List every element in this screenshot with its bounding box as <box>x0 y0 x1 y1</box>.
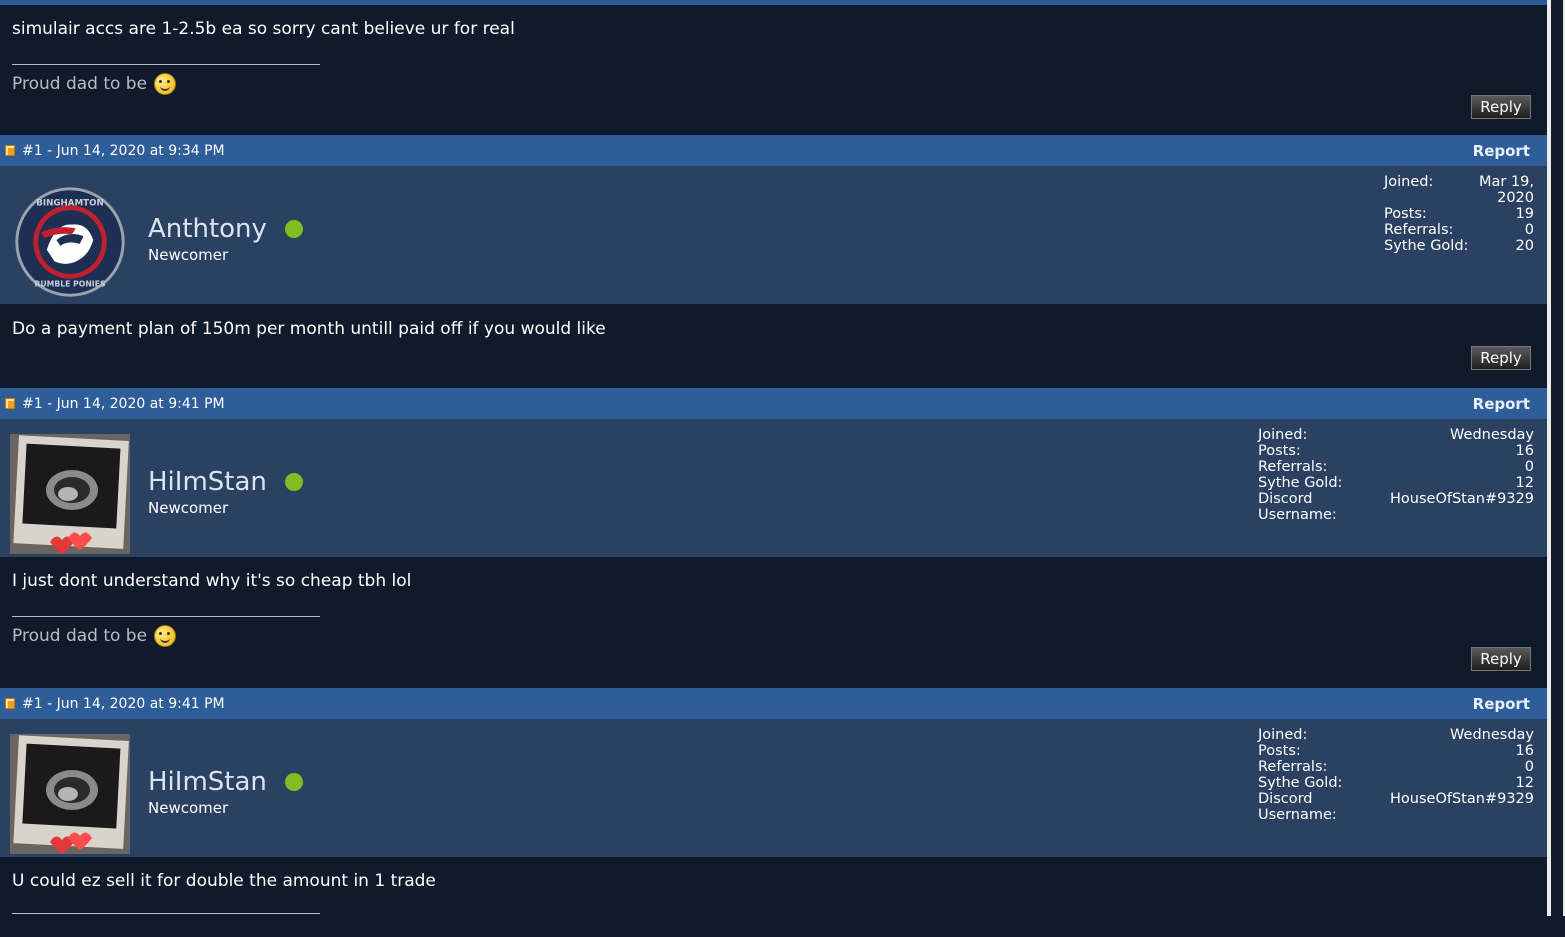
post-icon <box>5 698 15 709</box>
username-text[interactable]: Anthtony <box>148 214 267 244</box>
post-header: #1 - Jun 14, 2020 at 9:41 PM Report <box>0 688 1547 719</box>
reply-button[interactable]: Reply <box>1471 346 1531 370</box>
username-text[interactable]: HiImStan <box>148 767 267 797</box>
post-date[interactable]: #1 - Jun 14, 2020 at 9:34 PM <box>22 143 225 159</box>
post-message: U could ez sell it for double the amount… <box>12 871 436 891</box>
post-icon <box>5 398 15 409</box>
post-date[interactable]: #1 - Jun 14, 2020 at 9:41 PM <box>22 396 225 412</box>
username[interactable]: Anthtony <box>148 214 303 244</box>
post-date[interactable]: #1 - Jun 14, 2020 at 9:41 PM <box>22 696 225 712</box>
smiley-icon <box>154 625 177 647</box>
post-body: I just dont understand why it's so cheap… <box>0 557 1547 688</box>
username[interactable]: HiImStan <box>148 767 303 797</box>
stat-referrals: Referrals: 0 <box>1258 759 1534 775</box>
stat-discord-username: Discord Username: HouseOfStan#9329 <box>1258 491 1534 523</box>
stat-discord-username: Discord Username: HouseOfStan#9329 <box>1258 791 1534 823</box>
reply-button[interactable]: Reply <box>1471 95 1531 119</box>
stat-posts: Posts: 16 <box>1258 443 1534 459</box>
user-info: HiImStan Newcomer Joined: Wednesday Posts… <box>0 419 1547 557</box>
online-status-icon <box>284 773 303 791</box>
stat-joined: Joined: Wednesday <box>1258 427 1534 443</box>
signature-text: Proud dad to be <box>12 74 148 94</box>
post-icon <box>5 145 15 156</box>
user-stats: Joined: Mar 19, 2020 Posts: 19 Referrals: 0… <box>1384 174 1534 254</box>
user-stats: Joined: Wednesday Posts: 16 Referrals: 0 Sy… <box>1258 427 1534 523</box>
signature-divider <box>12 616 320 617</box>
report-link[interactable]: Report <box>1473 395 1530 413</box>
avatar[interactable]: BINGHAMTON RUMBLE PONIES <box>12 184 128 300</box>
avatar-text-top: BINGHAMTON <box>36 198 103 208</box>
stat-joined: Joined: Mar 19, 2020 <box>1384 174 1534 206</box>
signature-text: Proud dad to be <box>12 626 148 646</box>
post-message: I just dont understand why it's so cheap… <box>12 571 412 591</box>
stat-sythe-gold: Sythe Gold: 12 <box>1258 775 1534 791</box>
username[interactable]: HiImStan <box>148 467 303 497</box>
post-header: #1 - Jun 14, 2020 at 9:41 PM Report <box>0 388 1547 419</box>
avatar[interactable] <box>10 734 130 854</box>
stat-posts: Posts: 19 <box>1384 206 1534 222</box>
user-info: HiImStan Newcomer Joined: Wednesday Posts… <box>0 719 1547 857</box>
report-link[interactable]: Report <box>1473 695 1530 713</box>
thread-page: simulair accs are 1-2.5b ea so sorry can… <box>0 0 1547 937</box>
user-title: Newcomer <box>148 499 229 517</box>
post-body: U could ez sell it for double the amount… <box>0 857 1547 937</box>
avatar-text-bottom: RUMBLE PONIES <box>34 279 105 288</box>
post-header: #1 - Jun 14, 2020 at 9:34 PM Report <box>0 135 1547 166</box>
report-link[interactable]: Report <box>1473 142 1530 160</box>
post-message: simulair accs are 1-2.5b ea so sorry can… <box>12 19 515 39</box>
user-stats: Joined: Wednesday Posts: 16 Referrals: 0 Sy… <box>1258 727 1534 823</box>
stat-posts: Posts: 16 <box>1258 743 1534 759</box>
signature-divider <box>12 64 320 65</box>
signature: Proud dad to be <box>12 73 1547 95</box>
online-status-icon <box>284 220 303 238</box>
stat-sythe-gold: Sythe Gold: 20 <box>1384 238 1534 254</box>
user-title: Newcomer <box>148 246 229 264</box>
username-text[interactable]: HiImStan <box>148 467 267 497</box>
online-status-icon <box>284 473 303 491</box>
avatar[interactable] <box>10 434 130 554</box>
reply-button[interactable]: Reply <box>1471 647 1531 671</box>
user-title: Newcomer <box>148 799 229 817</box>
post-message: Do a payment plan of 150m per month unti… <box>12 319 606 339</box>
post-body: simulair accs are 1-2.5b ea so sorry can… <box>0 0 1547 135</box>
stat-sythe-gold: Sythe Gold: 12 <box>1258 475 1534 491</box>
scrollbar-thumb[interactable] <box>1551 0 1563 916</box>
user-info: BINGHAMTON RUMBLE PONIES Anthtony Newcom… <box>0 166 1547 304</box>
stat-referrals: Referrals: 0 <box>1384 222 1534 238</box>
signature: Proud dad to be <box>12 625 1547 647</box>
stat-referrals: Referrals: 0 <box>1258 459 1534 475</box>
signature-divider <box>12 913 320 914</box>
post-body: Do a payment plan of 150m per month unti… <box>0 304 1547 388</box>
smiley-icon <box>154 73 177 95</box>
stat-joined: Joined: Wednesday <box>1258 727 1534 743</box>
